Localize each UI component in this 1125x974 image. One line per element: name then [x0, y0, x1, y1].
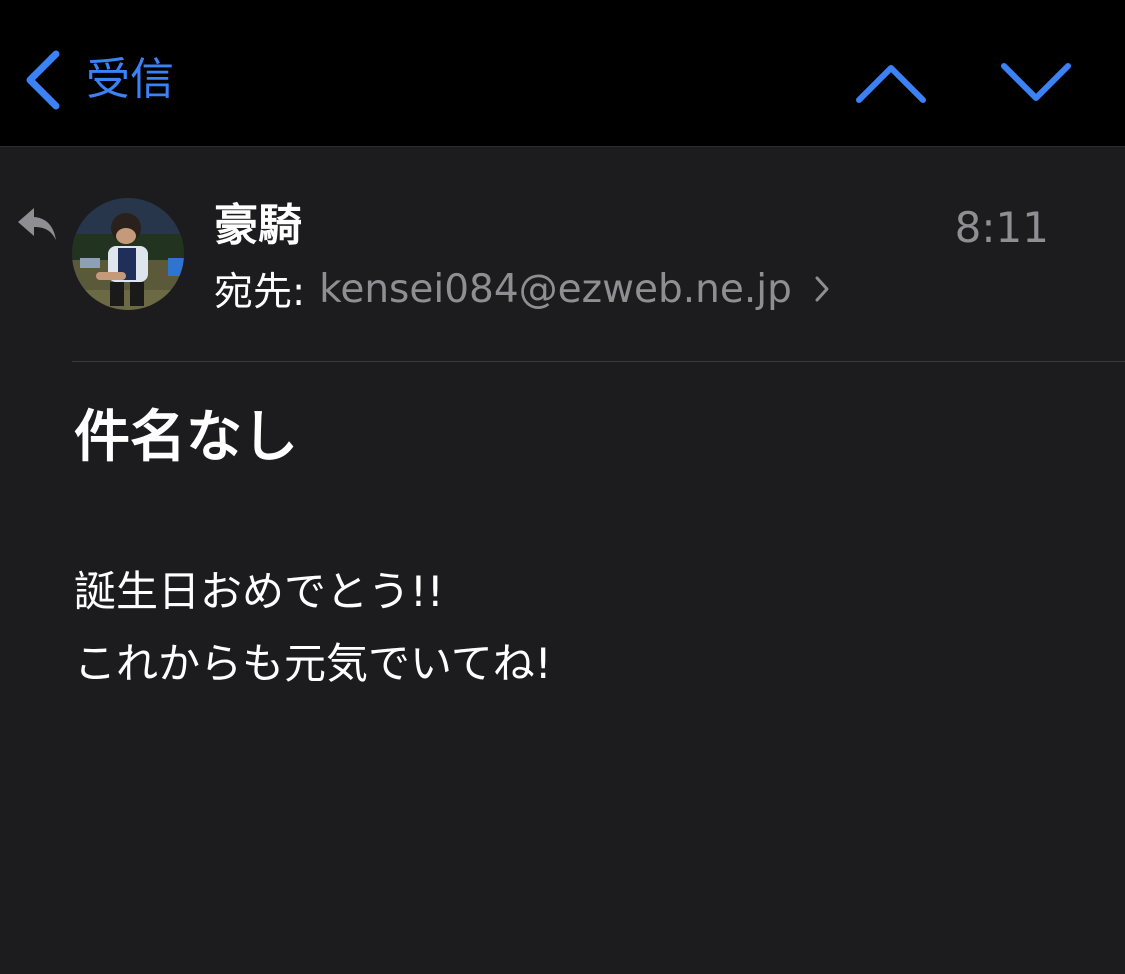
body-line: 誕生日おめでとう!! [74, 567, 444, 616]
chevron-left-icon [22, 48, 62, 112]
previous-message-button[interactable] [855, 60, 927, 106]
next-message-button[interactable] [1000, 60, 1072, 106]
navigation-bar: 受信 [0, 0, 1125, 147]
chevron-down-icon [1000, 60, 1072, 106]
message-time: 8:11 [954, 203, 1049, 252]
message-body: 誕生日おめでとう!! これからも元気でいてね! [74, 556, 552, 700]
back-to-inbox-button[interactable]: 受信 [22, 48, 174, 112]
chevron-right-icon [814, 275, 830, 303]
recipient-address: kensei084@ezweb.ne.jp [319, 266, 792, 312]
recipient-details-button[interactable]: 宛先: kensei084@ezweb.ne.jp [214, 260, 830, 318]
back-label: 受信 [86, 54, 174, 105]
replied-arrow-icon [16, 206, 60, 246]
sender-avatar[interactable] [72, 198, 184, 310]
message-subject: 件名なし [74, 405, 298, 470]
recipient-label: 宛先: [214, 270, 306, 315]
header-divider [72, 361, 1125, 362]
chevron-up-icon [855, 60, 927, 106]
body-line: これからも元気でいてね! [74, 639, 552, 688]
sender-name[interactable]: 豪騎 [214, 196, 302, 256]
